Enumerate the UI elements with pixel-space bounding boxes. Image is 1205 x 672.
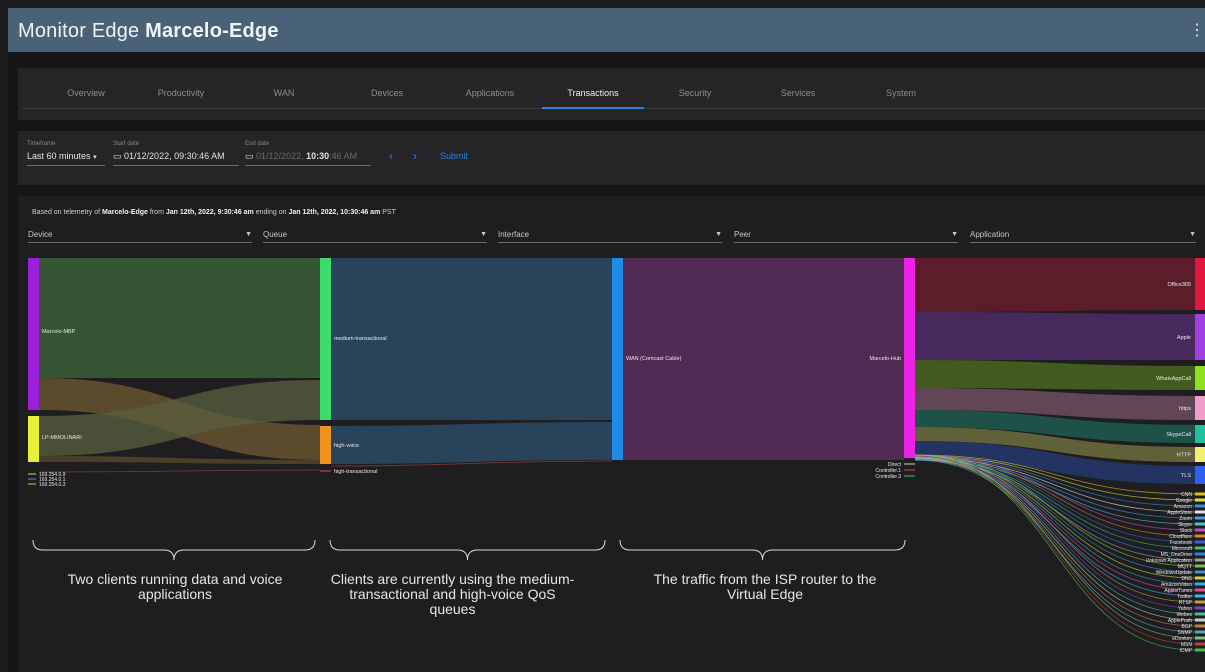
- node-label-controller-3: Controller.3: [875, 474, 901, 480]
- flow-hub-whatsappcall: [915, 360, 1195, 390]
- flow-to-bgp: [914, 458, 1196, 627]
- node-facebook: [1195, 540, 1205, 544]
- annotation-clients: Two clients running data and voice appli…: [67, 571, 283, 602]
- node-label-high-voice: high-voice: [334, 443, 359, 449]
- node-tls: [1195, 466, 1205, 484]
- node-rtsp: [1195, 600, 1205, 604]
- node-edonkey: [1195, 636, 1205, 640]
- brace-clients: [32, 539, 316, 561]
- flow-mbp-medium: [39, 258, 320, 378]
- node-label-https: https: [1179, 406, 1191, 412]
- node-label-icmp: ICMP: [1180, 648, 1193, 654]
- node-lp-mmolinari: [28, 416, 39, 462]
- node-cnn: [1195, 492, 1205, 496]
- node-label-skypecall: SkypeCall: [1166, 432, 1191, 438]
- node-http: [1195, 447, 1205, 462]
- node-label-apple: Apple: [1177, 335, 1191, 341]
- node-mqtt: [1195, 564, 1205, 568]
- node-dns: [1195, 576, 1205, 580]
- flow-to-msn: [914, 455, 1196, 645]
- node-skypecall: [1195, 425, 1205, 443]
- node-label-lp-mmolinari: LP-MMOLINARI: [42, 435, 82, 441]
- node-ms-onedrive: [1195, 552, 1205, 556]
- flow-small-devices: [38, 469, 321, 473]
- node-msn: [1195, 642, 1205, 646]
- node-marcelo-mbp: [28, 258, 39, 410]
- node-zoom: [1195, 516, 1205, 520]
- node-skype: [1195, 522, 1205, 526]
- node-label-tls: TLS: [1181, 473, 1191, 479]
- node-slack: [1195, 528, 1205, 532]
- node-label-marcelo-mbp: Marcelo-MBP: [42, 329, 76, 335]
- node-label-169-254-0-3: 169.254.0.3: [39, 482, 66, 488]
- node-icmp: [1195, 648, 1205, 652]
- node-label-medium-transactional: medium-transactional: [334, 336, 387, 342]
- node-office365: [1195, 258, 1205, 310]
- flow-hub-office365: [915, 258, 1195, 312]
- node-label-whatsappcall: WhatsAppCall: [1156, 376, 1191, 382]
- flow-voice-wan: [331, 422, 612, 464]
- node-snmp: [1195, 630, 1205, 634]
- node-amazon: [1195, 504, 1205, 508]
- node-windowsupdate: [1195, 570, 1205, 574]
- node-yahoo: [1195, 606, 1205, 610]
- node-applepush: [1195, 618, 1205, 622]
- node-webex: [1195, 612, 1205, 616]
- node-wan-comcast: [612, 258, 623, 460]
- node-unknown-application: [1195, 558, 1205, 562]
- node-microsoft: [1195, 546, 1205, 550]
- node-label-marcelo-hub: Marcelo-Hub: [870, 356, 901, 362]
- node-label-http: HTTP: [1177, 453, 1192, 459]
- node-whatsappcall: [1195, 366, 1205, 390]
- node-twitter: [1195, 594, 1205, 598]
- node-medium-transactional: [320, 258, 331, 420]
- node-marcelo-hub: [904, 258, 915, 458]
- node-cloudflare: [1195, 534, 1205, 538]
- node-amazonvideo: [1195, 582, 1205, 586]
- node-label-office365: Office365: [1168, 282, 1191, 288]
- brace-queues: [329, 539, 606, 561]
- flow-hub-apple: [915, 312, 1195, 360]
- flow-to-icmp: [914, 456, 1196, 651]
- annotation-queues: Clients are currently using the medium-t…: [330, 571, 575, 617]
- annotation-isp: The traffic from the ISP router to the V…: [653, 571, 877, 602]
- node-label-high-transactional: high-transactional: [334, 469, 377, 475]
- node-google: [1195, 498, 1205, 502]
- node-apple: [1195, 314, 1205, 360]
- node-applestore: [1195, 510, 1205, 514]
- node-bgp: [1195, 624, 1205, 628]
- node-high-voice: [320, 426, 331, 464]
- node-appleitunes: [1195, 588, 1205, 592]
- node-label-wan-comcast: WAN (Comcast Cable): [626, 356, 682, 362]
- node-https: [1195, 396, 1205, 420]
- brace-isp: [619, 539, 906, 561]
